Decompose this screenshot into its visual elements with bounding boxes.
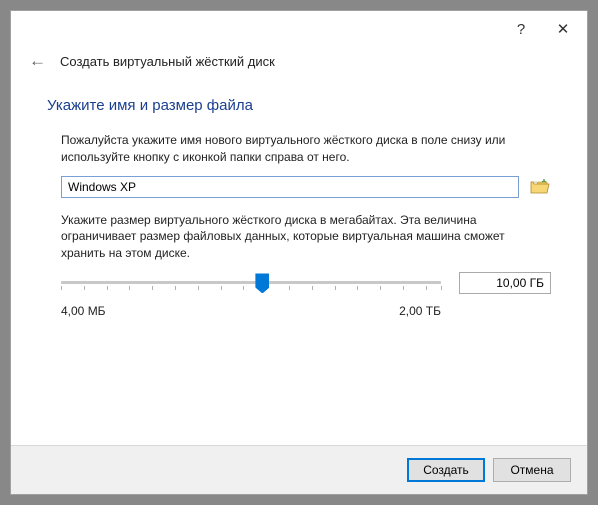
window-title: Создать виртуальный жёсткий диск bbox=[60, 54, 275, 69]
file-row bbox=[47, 176, 551, 198]
file-description: Пожалуйста укажите имя нового виртуально… bbox=[47, 132, 551, 166]
create-button[interactable]: Создать bbox=[407, 458, 485, 482]
slider-max-label: 2,00 ТБ bbox=[399, 304, 441, 318]
titlebar: ? ✕ bbox=[11, 11, 587, 47]
slider-track bbox=[61, 281, 441, 284]
browse-button[interactable] bbox=[529, 177, 551, 197]
size-input[interactable] bbox=[459, 272, 551, 294]
back-arrow-icon: ← bbox=[29, 51, 46, 70]
file-name-input[interactable] bbox=[61, 176, 519, 198]
size-slider[interactable] bbox=[61, 281, 441, 284]
footer: Создать Отмена bbox=[11, 445, 587, 494]
slider-labels: 4,00 МБ 2,00 ТБ bbox=[47, 304, 551, 318]
header: ← Создать виртуальный жёсткий диск bbox=[11, 47, 587, 79]
section-title: Укажите имя и размер файла bbox=[47, 97, 551, 114]
close-button[interactable]: ✕ bbox=[551, 17, 575, 41]
help-icon: ? bbox=[517, 21, 525, 38]
content-area: Укажите имя и размер файла Пожалуйста ук… bbox=[11, 79, 587, 445]
cancel-button[interactable]: Отмена bbox=[493, 458, 571, 482]
slider-min-label: 4,00 МБ bbox=[61, 304, 106, 318]
close-icon: ✕ bbox=[557, 20, 570, 38]
dialog-window: ? ✕ ← Создать виртуальный жёсткий диск У… bbox=[10, 10, 588, 495]
back-button[interactable]: ← bbox=[29, 51, 46, 71]
help-button[interactable]: ? bbox=[509, 17, 533, 41]
size-description: Укажите размер виртуального жёсткого дис… bbox=[47, 212, 551, 262]
slider-row bbox=[47, 272, 551, 294]
folder-icon bbox=[530, 179, 550, 195]
slider-ticks bbox=[61, 286, 441, 292]
